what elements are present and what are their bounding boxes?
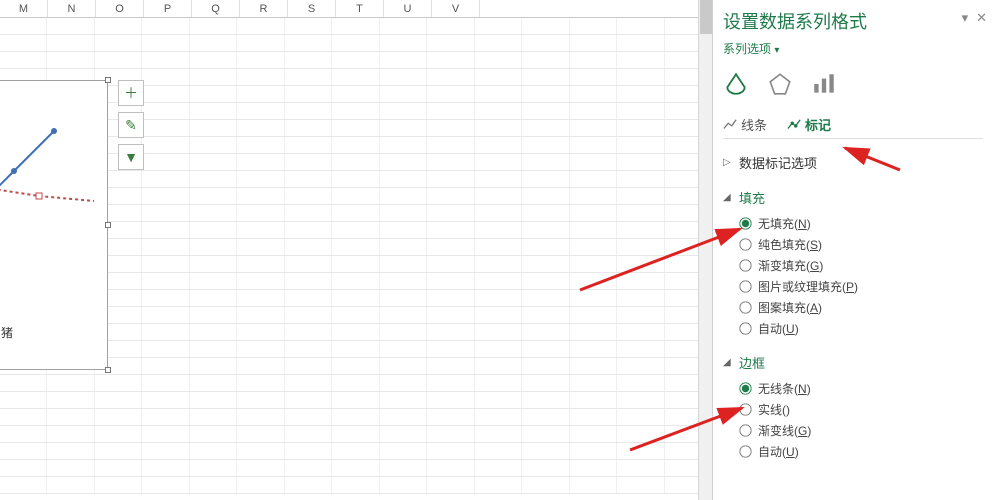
column-headers: M N O P Q R S T U V bbox=[0, 0, 712, 18]
col-header[interactable]: Q bbox=[192, 0, 240, 17]
effects-icon[interactable] bbox=[767, 71, 793, 97]
col-header[interactable]: V bbox=[432, 0, 480, 17]
col-header[interactable]: R bbox=[240, 0, 288, 17]
col-header[interactable]: T bbox=[336, 0, 384, 17]
chart-mini-toolbar: ＋ ✎ ▼ bbox=[118, 80, 144, 176]
tab-marker[interactable]: 标记 bbox=[787, 115, 831, 134]
format-pane: 设置数据系列格式 ▾ ✕ 系列选项 ▾ 线条 标记 ▷数据标记选项 ◢填充 无填… bbox=[713, 0, 993, 500]
col-header[interactable]: S bbox=[288, 0, 336, 17]
resize-handle[interactable] bbox=[105, 367, 111, 373]
radio-fill-pattern[interactable]: 图案填充(A) bbox=[739, 297, 983, 318]
series-options-icon[interactable] bbox=[811, 71, 837, 97]
pane-close-icon[interactable]: ✕ bbox=[976, 10, 987, 26]
chart-filter-button[interactable]: ▼ bbox=[118, 144, 144, 170]
series-options-dropdown[interactable]: 系列选项 ▾ bbox=[723, 40, 983, 57]
collapse-marker-options[interactable]: ▷数据标记选项 bbox=[723, 151, 983, 174]
pane-dropdown-icon[interactable]: ▾ bbox=[962, 10, 969, 26]
tab-line[interactable]: 线条 bbox=[723, 115, 767, 134]
col-header[interactable]: M bbox=[0, 0, 48, 17]
format-category-icons bbox=[723, 71, 983, 97]
legend-label: 猪 bbox=[1, 324, 13, 341]
radio-fill-none[interactable]: 无填充(N) bbox=[739, 213, 983, 234]
col-header[interactable]: U bbox=[384, 0, 432, 17]
chart-object[interactable]: 猪 示 bbox=[0, 80, 108, 370]
chart-elements-button[interactable]: ＋ bbox=[118, 80, 144, 106]
vertical-scrollbar[interactable] bbox=[698, 0, 712, 500]
collapse-fill[interactable]: ◢填充 bbox=[723, 186, 983, 209]
scroll-thumb[interactable] bbox=[700, 0, 712, 34]
radio-fill-picture[interactable]: 图片或纹理填充(P) bbox=[739, 276, 983, 297]
fill-line-icon[interactable] bbox=[723, 71, 749, 97]
col-header[interactable]: N bbox=[48, 0, 96, 17]
radio-border-solid[interactable]: 实线() bbox=[739, 399, 983, 420]
pane-title: 设置数据系列格式 bbox=[723, 8, 983, 34]
col-header[interactable]: P bbox=[144, 0, 192, 17]
radio-border-gradient[interactable]: 渐变线(G) bbox=[739, 420, 983, 441]
radio-border-none[interactable]: 无线条(N) bbox=[739, 378, 983, 399]
radio-border-auto[interactable]: 自动(U) bbox=[739, 441, 983, 462]
radio-fill-solid[interactable]: 纯色填充(S) bbox=[739, 234, 983, 255]
chart-styles-button[interactable]: ✎ bbox=[118, 112, 144, 138]
spreadsheet-area: M N O P Q R S T U V 猪 示 ＋ ✎ ▼ bbox=[0, 0, 713, 500]
resize-handle[interactable] bbox=[105, 77, 111, 83]
chart-plot bbox=[0, 101, 107, 261]
radio-fill-auto[interactable]: 自动(U) bbox=[739, 318, 983, 339]
radio-fill-gradient[interactable]: 渐变填充(G) bbox=[739, 255, 983, 276]
collapse-border[interactable]: ◢边框 bbox=[723, 351, 983, 374]
col-header[interactable]: O bbox=[96, 0, 144, 17]
